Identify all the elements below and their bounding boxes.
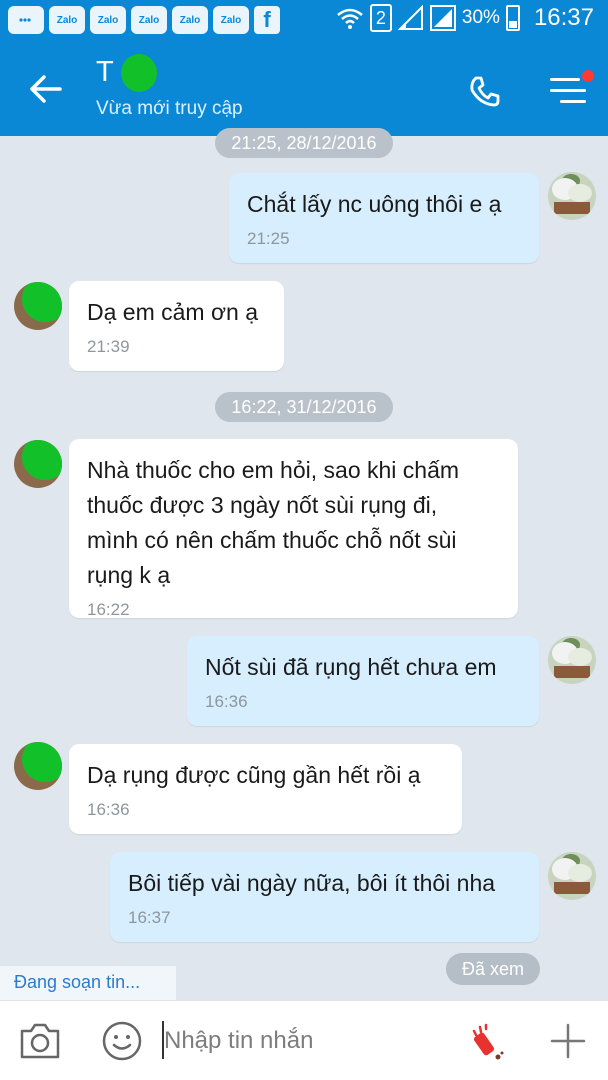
facebook-icon: f <box>254 6 280 34</box>
system-indicators: 2 30% 16:37 <box>336 4 594 32</box>
message-text: Nốt sùi đã rụng hết chưa em <box>205 654 497 680</box>
my-avatar[interactable] <box>548 852 596 900</box>
contact-avatar[interactable] <box>14 282 62 330</box>
message-bubble-outgoing[interactable]: Chắt lấy nc uông thôi e ạ 21:25 <box>229 173 539 263</box>
menu-button[interactable] <box>540 64 596 116</box>
chat-header: T ng Vừa mới truy cập <box>0 42 608 136</box>
seen-status: Đã xem <box>446 953 540 985</box>
name-redaction <box>121 54 157 92</box>
message-bubble-incoming[interactable]: Dạ em cảm ơn ạ 21:39 <box>69 281 284 371</box>
typing-indicator: Đang soạn tin... <box>0 966 176 1000</box>
message-time: 21:25 <box>247 229 290 248</box>
my-avatar[interactable] <box>548 636 596 684</box>
message-time: 16:36 <box>87 800 130 819</box>
text-cursor <box>162 1021 164 1059</box>
arrow-left-icon <box>30 75 62 103</box>
call-button[interactable] <box>462 68 508 114</box>
zalo-notification-icon: Zalo <box>213 6 249 34</box>
message-bubble-outgoing[interactable]: Bôi tiếp vài ngày nữa, bôi ít thôi nha 1… <box>110 852 539 942</box>
notification-dot <box>582 70 594 82</box>
date-separator: 16:22, 31/12/2016 <box>215 392 393 422</box>
message-input-bar <box>0 1000 608 1080</box>
contact-avatar[interactable] <box>14 742 62 790</box>
message-text-line: rụng k ạ <box>87 562 171 588</box>
notification-icons: Zalo Zalo Zalo Zalo Zalo f <box>8 6 280 34</box>
camera-icon <box>20 1023 60 1059</box>
message-text-line: mình có nên chấm thuốc chỗ nốt sùi <box>87 527 457 553</box>
plus-icon <box>550 1023 586 1059</box>
date-separator: 21:25, 28/12/2016 <box>215 128 393 158</box>
message-text: Dạ rụng được cũng gần hết rồi ạ <box>87 762 421 788</box>
message-time: 16:22 <box>87 600 130 619</box>
signal-icon <box>429 5 456 31</box>
status-bar: Zalo Zalo Zalo Zalo Zalo f 2 30% 16:37 <box>0 0 608 42</box>
message-text-line: thuốc được 3 ngày nốt sùi rụng đi, <box>87 492 438 518</box>
message-time: 16:37 <box>128 908 171 927</box>
contact-avatar[interactable] <box>14 440 62 488</box>
message-bubble-outgoing[interactable]: Nốt sùi đã rụng hết chưa em 16:36 <box>187 636 539 726</box>
message-time: 21:39 <box>87 337 130 356</box>
camera-button[interactable] <box>18 1021 62 1061</box>
battery-percent: 30% <box>461 7 500 28</box>
zalo-notification-icon: Zalo <box>131 6 167 34</box>
message-bubble-incoming[interactable]: Nhà thuốc cho em hỏi, sao khi chấm thuốc… <box>69 439 518 619</box>
clock: 16:37 <box>533 4 594 31</box>
message-input[interactable] <box>160 1019 450 1063</box>
zalo-notification-icon: Zalo <box>90 6 126 34</box>
chat-app-notification-icon <box>8 6 44 34</box>
wifi-icon <box>337 8 363 29</box>
sticker-button[interactable] <box>100 1019 144 1063</box>
battery-icon <box>505 5 520 31</box>
message-time: 16:36 <box>205 692 248 711</box>
zalo-notification-icon: Zalo <box>172 6 208 34</box>
message-text-line: Nhà thuốc cho em hỏi, sao khi chấm <box>87 457 460 483</box>
signal-icon <box>397 5 423 30</box>
smiley-icon <box>102 1021 142 1061</box>
contact-status: Vừa mới truy cập <box>96 98 243 119</box>
phone-icon <box>470 76 500 107</box>
zalo-notification-icon: Zalo <box>49 6 85 34</box>
my-avatar[interactable] <box>548 172 596 220</box>
message-list[interactable]: 21:25, 28/12/2016 Chắt lấy nc uông thôi … <box>0 128 608 1000</box>
message-text: Chắt lấy nc uông thôi e ạ <box>247 191 502 217</box>
effect-button[interactable] <box>466 1017 510 1065</box>
firework-icon <box>472 1023 504 1060</box>
sim-indicator: 2 <box>369 4 392 32</box>
more-button[interactable] <box>546 1019 590 1063</box>
message-text: Bôi tiếp vài ngày nữa, bôi ít thôi nha <box>128 870 496 896</box>
message-bubble-incoming[interactable]: Dạ rụng được cũng gần hết rồi ạ 16:36 <box>69 744 462 834</box>
back-button[interactable] <box>22 66 68 112</box>
message-text: Dạ em cảm ơn ạ <box>87 299 259 325</box>
